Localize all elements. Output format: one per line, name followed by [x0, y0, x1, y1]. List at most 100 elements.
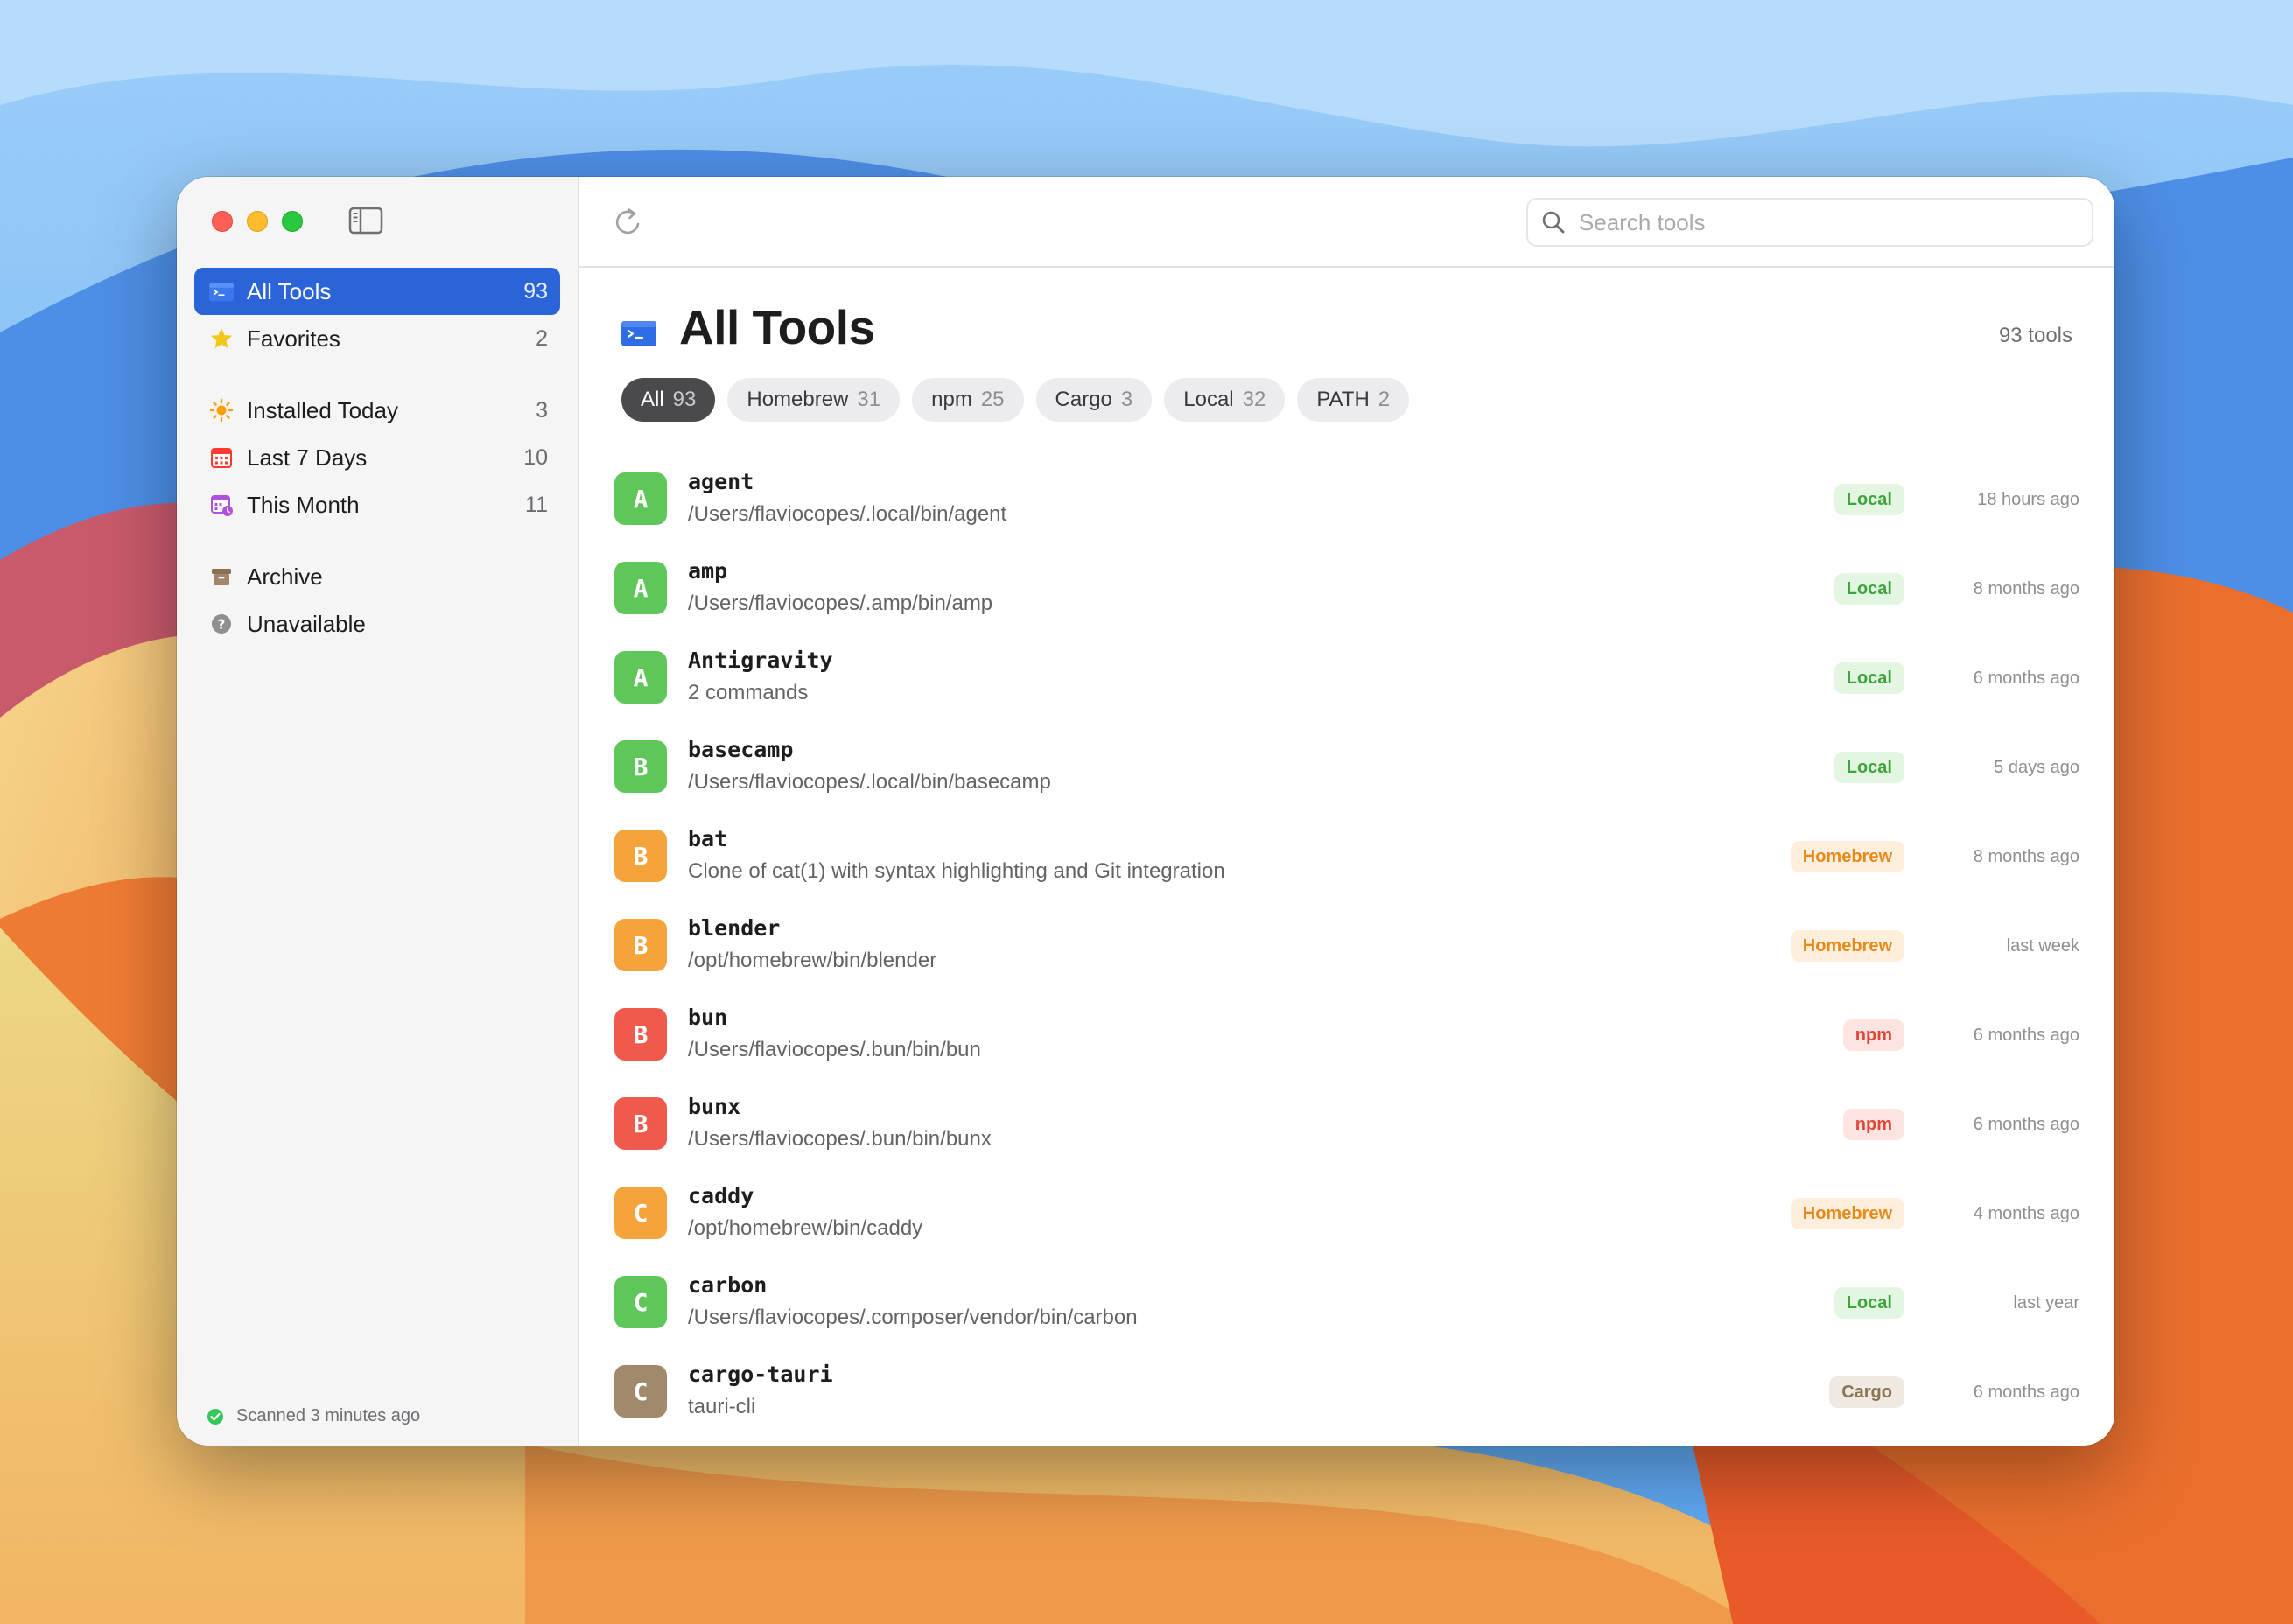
calendar-clock-icon	[208, 492, 235, 518]
sidebar-nav: All Tools 93 Favorites 2 Installed Today 3 Las…	[194, 268, 560, 648]
tool-row[interactable]: Bbasecamp/Users/flaviocopes/.local/bin/b…	[579, 723, 2114, 812]
sidebar-item-this-month[interactable]: This Month 11	[194, 481, 560, 528]
installed-time: 6 months ago	[1973, 1026, 2079, 1045]
source-badge: npm	[1842, 1019, 1904, 1051]
tool-row[interactable]: Ccarbon/Users/flaviocopes/.composer/vend…	[579, 1258, 2114, 1348]
star-icon	[208, 326, 235, 352]
tool-avatar: B	[614, 1008, 667, 1060]
tool-row[interactable]: Bblender/opt/homebrew/bin/blender Homebre…	[579, 901, 2114, 990]
installed-time: last week	[2006, 936, 2079, 956]
tool-row[interactable]: A Antigravity 2 commands Local 6 months ago	[579, 634, 2114, 723]
zoom-window-button[interactable]	[282, 211, 303, 232]
page-title: All Tools	[679, 300, 875, 354]
filter-chip-count: 3	[1120, 388, 1133, 411]
main-content: All Tools 93 tools All 93 Homebrew 31 npm 25 C…	[579, 177, 2114, 1446]
filter-chip-npm[interactable]: npm 25	[912, 378, 1024, 422]
scan-status-text: Scanned 3 minutes ago	[236, 1406, 421, 1425]
source-badge: Cargo	[1829, 1376, 1904, 1408]
filter-chip-cargo[interactable]: Cargo 3	[1035, 378, 1153, 422]
filter-chip-count: 32	[1242, 388, 1266, 411]
tool-subtitle: /opt/homebrew/bin/blender	[688, 948, 937, 972]
tool-row[interactable]: Bbunx/Users/flaviocopes/.bun/bin/bunx npm…	[579, 1080, 2114, 1169]
sidebar-item-label: Favorites	[247, 325, 340, 352]
source-badge: Local	[1834, 484, 1904, 515]
tool-avatar: B	[614, 740, 667, 793]
close-window-button[interactable]	[212, 211, 233, 232]
sidebar-item-label: Last 7 Days	[247, 444, 368, 471]
filter-chip-label: Homebrew	[747, 388, 849, 411]
checkmark-circle-icon	[207, 1408, 223, 1424]
sidebar-item-favorites[interactable]: Favorites 2	[194, 315, 560, 362]
source-badge: Homebrew	[1790, 1198, 1904, 1229]
tool-row[interactable]: Ccaddy/opt/homebrew/bin/caddy Homebrew 4 m…	[579, 1169, 2114, 1258]
filter-chip-count: 2	[1378, 388, 1391, 411]
tool-avatar: C	[614, 1365, 667, 1418]
tool-name: Antigravity	[688, 648, 833, 673]
sidebar-item-archive[interactable]: Archive	[194, 553, 560, 600]
tool-row[interactable]: Ccargo-tauri tauri-cli Cargo 6 months ago	[579, 1348, 2114, 1437]
page-header: All Tools 93 tools	[621, 299, 2072, 360]
tool-avatar: C	[614, 1186, 667, 1239]
filter-chip-label: npm	[931, 388, 972, 411]
installed-time: 4 months ago	[1973, 1204, 2079, 1223]
tool-row[interactable]: Bbun/Users/flaviocopes/.bun/bin/bun npm 6 …	[579, 990, 2114, 1080]
tool-row[interactable]: Bbat Clone of cat(1) with syntax highligh…	[579, 812, 2114, 901]
sidebar-item-last-7-days[interactable]: Last 7 Days 10	[194, 434, 560, 481]
sidebar-item-count: 11	[525, 492, 548, 517]
tool-row[interactable]: Aamp/Users/flaviocopes/.amp/bin/amp Local…	[579, 544, 2114, 634]
installed-time: 5 days ago	[1994, 758, 2079, 777]
terminal-folder-icon	[208, 278, 235, 304]
source-badge: Local	[1834, 1287, 1904, 1319]
tool-avatar: B	[614, 830, 667, 882]
tool-subtitle: /Users/flaviocopes/.amp/bin/amp	[688, 592, 993, 615]
tool-subtitle: 2 commands	[688, 681, 809, 704]
source-badge: npm	[1842, 1109, 1904, 1140]
sidebar-item-count: 2	[536, 326, 548, 351]
installed-time: last year	[2013, 1293, 2079, 1312]
nav-section-gap	[194, 362, 560, 387]
filter-chip-count: 93	[672, 388, 697, 411]
tool-avatar: A	[614, 472, 667, 525]
archive-box-icon	[208, 564, 235, 590]
sidebar-item-installed-today[interactable]: Installed Today 3	[194, 387, 560, 434]
filter-chip-count: 25	[980, 388, 1005, 411]
tool-subtitle: /Users/flaviocopes/.local/bin/basecamp	[688, 770, 1051, 794]
filter-chip-local[interactable]: Local 32	[1164, 378, 1286, 422]
sidebar-item-all[interactable]: All Tools 93	[194, 268, 560, 315]
tool-subtitle: /opt/homebrew/bin/caddy	[688, 1216, 923, 1240]
tool-name: blender	[688, 915, 781, 941]
sidebar-item-count: 10	[523, 444, 548, 470]
tool-name: bun	[688, 1004, 728, 1030]
tool-row[interactable]: Aagent/Users/flaviocopes/.local/bin/agen…	[579, 455, 2114, 544]
filter-chip-label: Cargo	[1055, 388, 1112, 411]
tool-name: basecamp	[688, 737, 794, 762]
sidebar-toggle-icon[interactable]	[348, 206, 383, 234]
refresh-icon[interactable]	[611, 205, 646, 240]
tool-subtitle: /Users/flaviocopes/.composer/vendor/bin/…	[688, 1306, 1138, 1329]
search-field[interactable]	[1526, 198, 2093, 247]
installed-time: 8 months ago	[1973, 579, 2079, 598]
svg-text:?: ?	[218, 617, 226, 633]
calendar-icon	[208, 444, 235, 471]
minimize-window-button[interactable]	[247, 211, 268, 232]
installed-time: 8 months ago	[1973, 847, 2079, 866]
nav-section-gap	[194, 528, 560, 553]
sidebar-item-label: All Tools	[247, 277, 332, 304]
sidebar-item-unavailable[interactable]: ? Unavailable	[194, 600, 560, 648]
filter-chip-count: 31	[857, 388, 881, 411]
sun-icon	[208, 397, 235, 424]
source-badge: Local	[1834, 662, 1904, 694]
installed-time: 6 months ago	[1973, 1382, 2079, 1402]
tool-subtitle: /Users/flaviocopes/.local/bin/agent	[688, 502, 1007, 526]
filter-chip-path[interactable]: PATH 2	[1297, 378, 1410, 422]
source-badge: Homebrew	[1790, 841, 1904, 872]
filter-chip-all[interactable]: All 93	[621, 378, 716, 422]
search-input[interactable]	[1577, 207, 2071, 237]
window-controls	[212, 211, 303, 232]
tool-name: agent	[688, 469, 754, 494]
tool-avatar: A	[614, 651, 667, 704]
installed-time: 6 months ago	[1973, 668, 2079, 688]
search-icon	[1542, 211, 1565, 234]
filter-chip-homebrew[interactable]: Homebrew 31	[727, 378, 901, 422]
filter-chip-label: All	[641, 388, 664, 411]
